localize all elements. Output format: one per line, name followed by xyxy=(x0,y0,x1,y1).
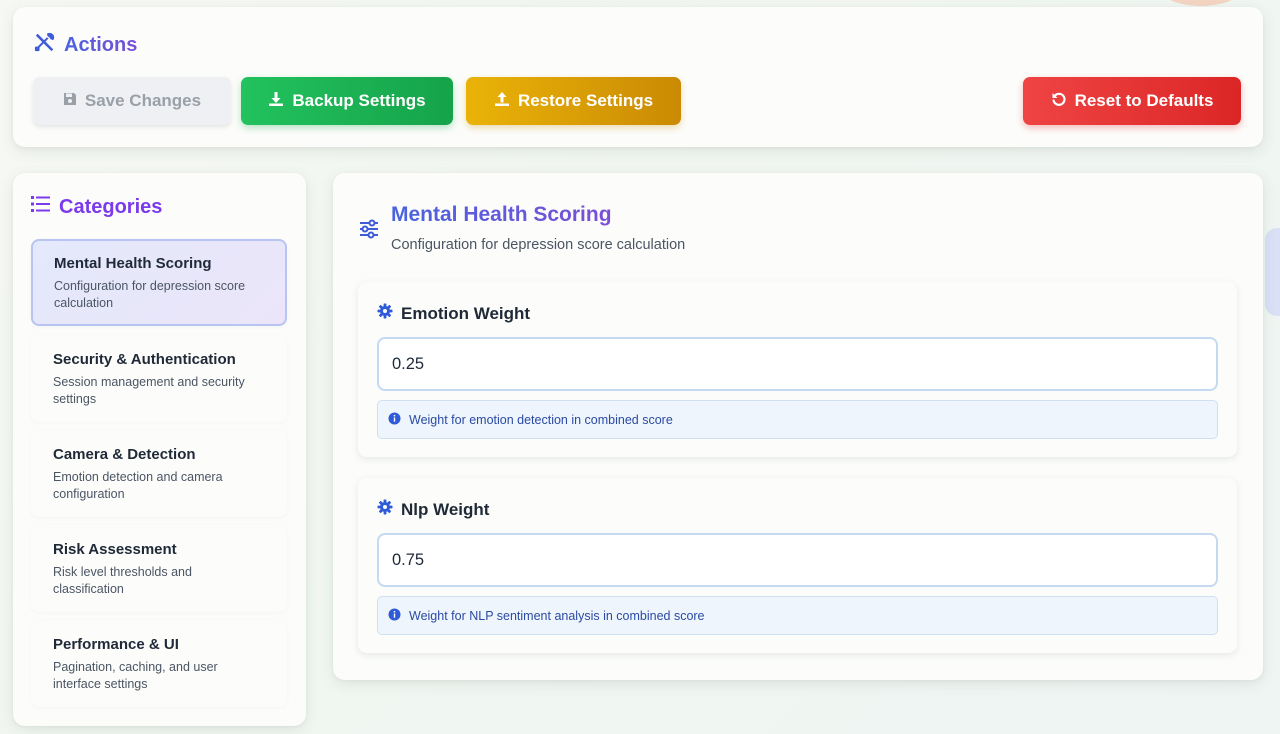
sliders-icon xyxy=(358,218,380,245)
category-security-authentication[interactable]: Security & Authentication Session manage… xyxy=(31,335,287,422)
actions-panel: Actions Save Changes Backup Settings Res… xyxy=(13,7,1263,147)
backup-settings-button[interactable]: Backup Settings xyxy=(241,77,453,125)
category-mental-health-scoring[interactable]: Mental Health Scoring Configuration for … xyxy=(31,239,287,326)
actions-title: Actions xyxy=(64,33,138,56)
upload-icon xyxy=(494,91,510,112)
download-icon xyxy=(268,91,284,112)
info-circle-icon xyxy=(388,412,401,428)
page-title: Mental Health Scoring xyxy=(391,203,612,226)
category-name: Performance & UI xyxy=(53,636,179,653)
category-description: Pagination, caching, and user interface … xyxy=(53,660,218,691)
categories-panel: Categories Mental Health Scoring Configu… xyxy=(13,173,306,726)
settings-panel: Mental Health Scoring Configuration for … xyxy=(333,173,1263,680)
nlp-weight-input[interactable] xyxy=(377,533,1218,587)
reset-to-defaults-label: Reset to Defaults xyxy=(1074,91,1214,110)
category-name: Mental Health Scoring xyxy=(54,255,212,272)
save-changes-button[interactable]: Save Changes xyxy=(33,77,231,125)
categories-heading: Categories xyxy=(31,195,162,219)
decorative-blob xyxy=(1155,0,1247,6)
category-name: Camera & Detection xyxy=(53,446,196,463)
setting-emotion-weight: Emotion Weight Weight for emotion detect… xyxy=(358,282,1237,457)
category-description: Configuration for depression score calcu… xyxy=(54,279,246,310)
nlp-weight-label: Nlp Weight xyxy=(401,499,490,519)
save-changes-label: Save Changes xyxy=(84,91,202,110)
setting-help-text: Weight for NLP sentiment analysis in com… xyxy=(377,596,1218,635)
decorative-blob xyxy=(1265,228,1280,316)
actions-heading: Actions xyxy=(34,31,137,59)
setting-label: Nlp Weight xyxy=(377,499,489,520)
tools-icon xyxy=(34,31,56,59)
restore-settings-button[interactable]: Restore Settings xyxy=(466,77,681,125)
category-camera-detection[interactable]: Camera & Detection Emotion detection and… xyxy=(31,430,287,517)
setting-nlp-weight: Nlp Weight Weight for NLP sentiment anal… xyxy=(358,478,1237,653)
category-description: Emotion detection and camera configurati… xyxy=(53,470,223,501)
gear-icon xyxy=(377,303,393,324)
list-icon xyxy=(31,195,51,219)
reset-to-defaults-button[interactable]: Reset to Defaults xyxy=(1023,77,1241,125)
gear-icon xyxy=(377,499,393,520)
info-circle-icon xyxy=(388,608,401,624)
emotion-weight-input[interactable] xyxy=(377,337,1218,391)
setting-help-text: Weight for emotion detection in combined… xyxy=(377,400,1218,439)
category-description: Risk level thresholds and classification xyxy=(53,565,192,596)
emotion-weight-label: Emotion Weight xyxy=(401,303,531,323)
category-risk-assessment[interactable]: Risk Assessment Risk level thresholds an… xyxy=(31,525,287,612)
categories-title: Categories xyxy=(59,195,163,218)
restore-settings-label: Restore Settings xyxy=(517,91,654,110)
setting-label: Emotion Weight xyxy=(377,303,530,324)
category-performance-ui[interactable]: Performance & UI Pagination, caching, an… xyxy=(31,620,287,707)
backup-settings-label: Backup Settings xyxy=(292,91,426,110)
undo-icon xyxy=(1051,91,1067,112)
emotion-weight-help: Weight for emotion detection in combined… xyxy=(409,412,673,427)
category-name: Security & Authentication xyxy=(53,351,236,368)
category-description: Session management and security settings xyxy=(53,375,245,406)
nlp-weight-help: Weight for NLP sentiment analysis in com… xyxy=(409,608,705,623)
floppy-disk-icon xyxy=(63,91,77,111)
category-name: Risk Assessment xyxy=(53,541,177,558)
page-subtitle: Configuration for depression score calcu… xyxy=(391,237,686,253)
